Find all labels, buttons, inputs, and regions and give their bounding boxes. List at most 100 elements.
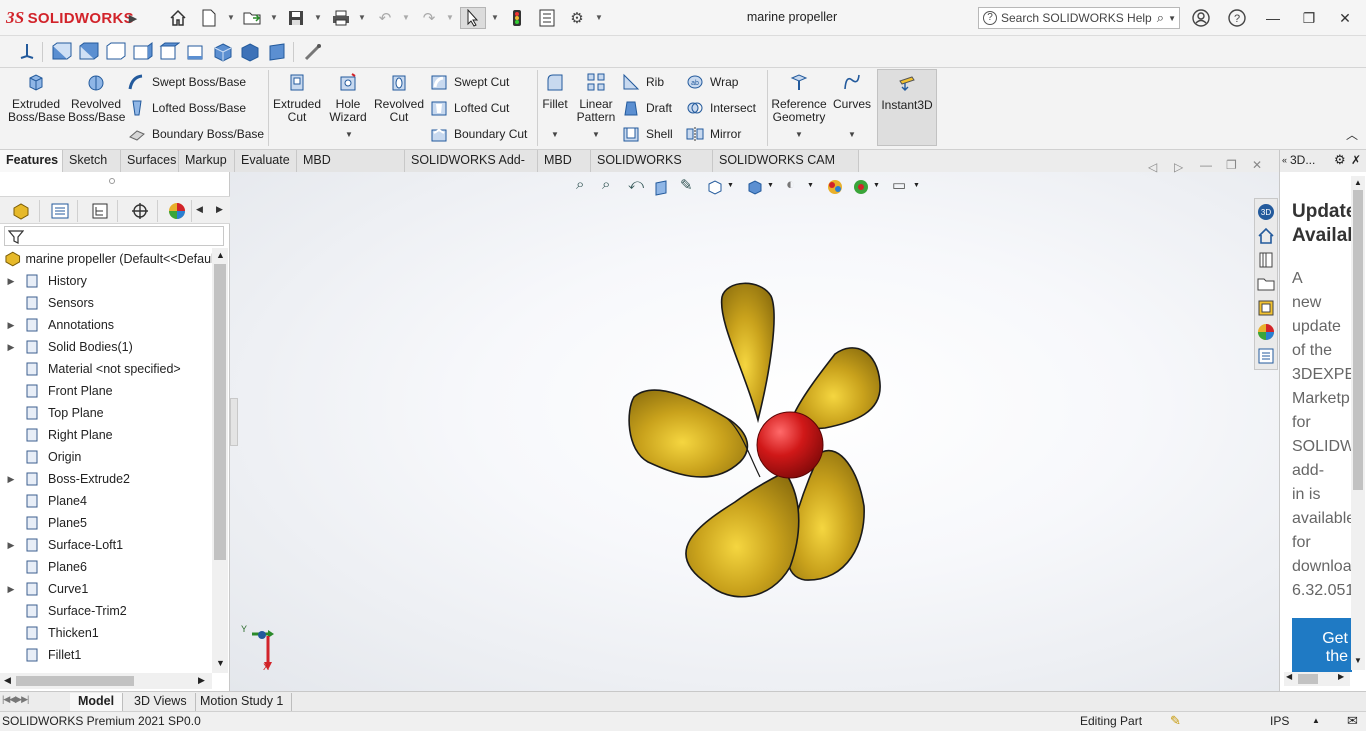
- tab-evaluate[interactable]: Evaluate: [235, 150, 297, 172]
- tree-item[interactable]: Right Plane: [0, 424, 212, 446]
- minimize-window-button[interactable]: —: [1260, 8, 1286, 28]
- print-icon[interactable]: [330, 7, 352, 29]
- tree-item[interactable]: ▶ Curve1: [0, 578, 212, 600]
- tree-item[interactable]: Fillet1: [0, 644, 212, 666]
- dimetric-view-icon[interactable]: [266, 41, 288, 63]
- panel-collapse-handle[interactable]: [230, 398, 238, 446]
- viewport-restore-icon[interactable]: ❐: [1226, 158, 1237, 172]
- tree-item[interactable]: Plane4: [0, 490, 212, 512]
- wrap-button[interactable]: ab Wrap: [686, 72, 738, 92]
- tree-item[interactable]: Top Plane: [0, 402, 212, 424]
- mirror-button[interactable]: Mirror: [686, 124, 741, 144]
- tree-item[interactable]: ▶ Surface-Loft1: [0, 534, 212, 556]
- bottom-view-icon[interactable]: [185, 41, 207, 63]
- section-view-icon[interactable]: [302, 41, 324, 63]
- boundary-boss-button[interactable]: Boundary Boss/Base: [128, 124, 264, 144]
- tab-model[interactable]: Model: [70, 693, 124, 711]
- viewport-minimize-icon[interactable]: —: [1200, 158, 1212, 172]
- expand-arrow-icon[interactable]: ▶: [4, 342, 18, 353]
- save-icon[interactable]: [285, 7, 307, 29]
- property-manager-tab[interactable]: [42, 200, 78, 222]
- extruded-cut-button[interactable]: Extruded Cut: [272, 72, 322, 124]
- tab-mbd-dimensions[interactable]: MBD Dimensions: [297, 150, 405, 188]
- shell-button[interactable]: Shell: [622, 124, 673, 144]
- chevron-down-icon[interactable]: ▼: [848, 130, 856, 139]
- tree-item[interactable]: Thicken1: [0, 622, 212, 644]
- zoom-to-fit-icon[interactable]: ⌕: [576, 176, 584, 193]
- scroll-left-icon[interactable]: ◀: [1286, 672, 1292, 681]
- scroll-right-icon[interactable]: ▶: [1338, 672, 1344, 681]
- help-question-icon[interactable]: ?: [1226, 7, 1248, 29]
- tree-item[interactable]: ▶ Annotations: [0, 314, 212, 336]
- expand-arrow-icon[interactable]: ▶: [4, 540, 18, 551]
- rib-button[interactable]: Rib: [622, 72, 664, 92]
- curves-button[interactable]: Curves: [832, 72, 872, 111]
- close-window-button[interactable]: ✕: [1332, 8, 1358, 28]
- hide-show-items-icon[interactable]: ◐: [786, 176, 795, 193]
- tree-item[interactable]: Plane6: [0, 556, 212, 578]
- tab-sketch[interactable]: Sketch: [63, 150, 121, 172]
- scroll-down-icon[interactable]: ▼: [1354, 656, 1362, 665]
- rebuild-status-icon[interactable]: ✎: [1170, 712, 1181, 730]
- scroll-thumb[interactable]: [1298, 674, 1318, 684]
- graphics-area[interactable]: ⌕ ⌕ ⤺ ✎ ▼ ▼ ◐ ▼ ▼ ▭ ▼ ◁ ▷ — ❐ ✕ Y X: [230, 158, 1279, 691]
- tree-item[interactable]: Surface-Trim2: [0, 600, 212, 622]
- scroll-thumb[interactable]: [214, 264, 226, 560]
- tree-item[interactable]: Front Plane: [0, 380, 212, 402]
- tree-vertical-scrollbar[interactable]: ▲ ▼: [212, 248, 228, 673]
- options-gear-icon[interactable]: ⚙: [566, 7, 588, 29]
- tab-3d-views[interactable]: 3D Views: [126, 693, 196, 711]
- viewport-window-left-icon[interactable]: ◁: [1148, 160, 1157, 174]
- file-explorer-folder-icon[interactable]: [1257, 275, 1275, 293]
- chevron-down-icon[interactable]: ▼: [358, 13, 366, 22]
- tree-item[interactable]: Plane5: [0, 512, 212, 534]
- normal-to-icon[interactable]: [16, 41, 38, 63]
- task-pane-horizontal-scrollbar[interactable]: ◀ ▶: [1284, 672, 1350, 686]
- open-file-icon[interactable]: [242, 7, 264, 29]
- scroll-thumb[interactable]: [1353, 190, 1363, 490]
- redo-icon[interactable]: ↷: [418, 7, 440, 29]
- tree-filter-input[interactable]: [4, 226, 224, 246]
- chevron-down-icon[interactable]: ▼: [314, 13, 322, 22]
- tab-solidworks-cam[interactable]: SOLIDWORKS CAM: [591, 150, 713, 188]
- chevron-down-icon[interactable]: ▼: [446, 13, 454, 22]
- view-palette-icon[interactable]: [1257, 299, 1275, 317]
- tab-solidworks-cam-tbm[interactable]: SOLIDWORKS CAM TBM: [713, 150, 859, 188]
- expand-arrow-icon[interactable]: ▶: [4, 584, 18, 595]
- top-view-icon[interactable]: [158, 41, 180, 63]
- propeller-model[interactable]: [230, 172, 1279, 691]
- restore-window-button[interactable]: ❐: [1296, 8, 1322, 28]
- zoom-to-area-icon[interactable]: ⌕: [602, 176, 610, 193]
- scroll-down-icon[interactable]: ▼: [216, 658, 225, 668]
- chevron-down-icon[interactable]: ▼: [491, 13, 499, 22]
- tab-markup[interactable]: Markup: [179, 150, 235, 172]
- viewport-window-right-icon[interactable]: ▷: [1174, 160, 1183, 174]
- new-document-icon[interactable]: [198, 7, 220, 29]
- tab-solidworks-add-ins[interactable]: SOLIDWORKS Add-Ins: [405, 150, 538, 188]
- display-manager-tab[interactable]: [162, 200, 192, 222]
- task-pane-settings-gear-icon[interactable]: ⚙: [1334, 150, 1346, 170]
- lofted-boss-button[interactable]: Lofted Boss/Base: [128, 98, 246, 118]
- tab-surfaces[interactable]: Surfaces: [121, 150, 179, 172]
- view-orientation-icon[interactable]: [706, 178, 724, 196]
- chevron-down-icon[interactable]: ▼: [345, 130, 353, 139]
- chevron-down-icon[interactable]: ▼: [795, 130, 803, 139]
- scroll-thumb[interactable]: [16, 676, 134, 686]
- tree-item[interactable]: ▶ History: [0, 270, 212, 292]
- tab-scroll-left-icon[interactable]: ◀: [196, 204, 203, 215]
- user-account-icon[interactable]: [1190, 7, 1212, 29]
- undo-icon[interactable]: ↶: [374, 7, 396, 29]
- extruded-boss-button[interactable]: Extruded Boss/Base: [8, 72, 65, 124]
- unit-system-text[interactable]: IPS: [1270, 712, 1289, 730]
- expand-arrow-icon[interactable]: ▶: [4, 474, 18, 485]
- tab-nav-arrows-icon[interactable]: |◀◀▶▶|: [2, 694, 29, 705]
- tree-horizontal-scrollbar[interactable]: ◀ ▶: [0, 673, 212, 689]
- expand-arrow-icon[interactable]: ▶: [4, 320, 18, 331]
- chevron-down-icon[interactable]: ▼: [551, 130, 559, 139]
- tree-item[interactable]: ▶ Boss-Extrude2: [0, 468, 212, 490]
- tab-motion-study-1[interactable]: Motion Study 1: [192, 693, 293, 711]
- isometric-view-icon[interactable]: [212, 41, 234, 63]
- tree-item[interactable]: Material <not specified>: [0, 358, 212, 380]
- chevron-down-icon[interactable]: ▼: [913, 182, 920, 189]
- tab-mbd[interactable]: MBD: [538, 150, 591, 172]
